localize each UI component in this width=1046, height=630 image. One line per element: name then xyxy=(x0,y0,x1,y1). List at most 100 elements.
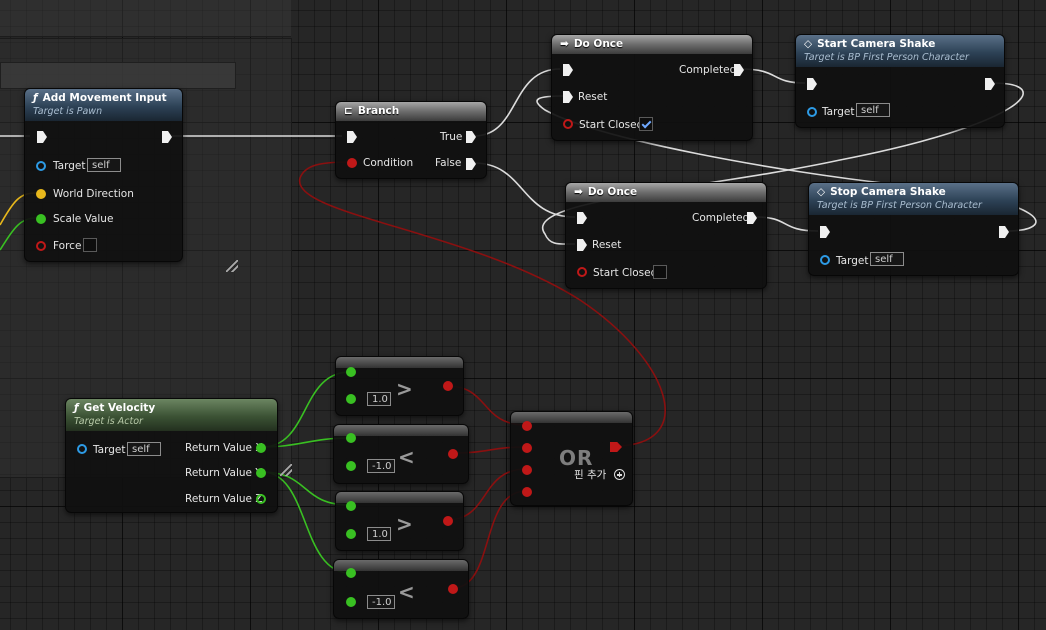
do-once-2-start-closed-pin[interactable] xyxy=(577,267,587,277)
get-velocity-header[interactable]: ƒ Get Velocity Target is Actor xyxy=(66,399,277,431)
function-icon: ƒ xyxy=(74,402,79,414)
get-velocity-node[interactable]: ƒ Get Velocity Target is Actor Target sel… xyxy=(65,398,278,513)
or-input-c-pin[interactable] xyxy=(522,465,532,475)
compare-1-operator: > xyxy=(396,377,413,401)
stop-camera-shake-node[interactable]: ◇ Stop Camera Shake Target is BP First Pe… xyxy=(808,182,1019,276)
stop-camera-shake-exec-out-pin[interactable] xyxy=(999,226,1009,238)
exec-in-pin[interactable] xyxy=(37,131,47,143)
start-camera-shake-exec-out-pin[interactable] xyxy=(985,78,995,90)
or-add-pin-label[interactable]: 핀 추가 xyxy=(574,469,606,481)
branch-condition-label: Condition xyxy=(363,157,414,169)
get-velocity-self-field[interactable]: self xyxy=(127,442,161,456)
branch-false-label: False xyxy=(435,157,462,169)
or-input-a-pin[interactable] xyxy=(522,421,532,431)
target-self-field[interactable]: self xyxy=(87,158,121,172)
scale-value-label: Scale Value xyxy=(53,213,114,225)
start-camera-shake-self-field[interactable]: self xyxy=(856,103,890,117)
branch-node[interactable]: ⊏ Branch True Condition False xyxy=(335,101,487,179)
return-x-label: Return Value X xyxy=(185,442,263,454)
branch-condition-pin[interactable] xyxy=(347,158,357,168)
or-input-b-pin[interactable] xyxy=(522,443,532,453)
world-direction-pin[interactable] xyxy=(36,189,46,199)
compare-2-value-field[interactable]: -1.0 xyxy=(367,459,395,473)
return-y-label: Return Value Y xyxy=(185,467,262,479)
start-camera-shake-title: Start Camera Shake xyxy=(817,38,936,50)
compare-4-value-field[interactable]: -1.0 xyxy=(367,595,395,609)
compare-node-2[interactable]: -1.0 < xyxy=(333,424,469,484)
do-once-1-reset-label: Reset xyxy=(578,91,608,103)
return-y-pin[interactable] xyxy=(256,468,266,478)
force-pin[interactable] xyxy=(36,241,46,251)
branch-true-label: True xyxy=(440,131,463,143)
start-camera-shake-header[interactable]: ◇ Start Camera Shake Target is BP First P… xyxy=(796,35,1004,67)
world-direction-label: World Direction xyxy=(53,188,134,200)
compare-3-operator: > xyxy=(396,512,413,536)
stop-camera-shake-target-pin[interactable] xyxy=(820,255,830,265)
do-once-2-exec-in-pin[interactable] xyxy=(577,212,587,224)
branch-title: Branch xyxy=(357,105,400,117)
compare-3-b-pin[interactable] xyxy=(346,529,356,539)
node-resize-grip[interactable] xyxy=(280,464,292,476)
compare-node-4[interactable]: -1.0 < xyxy=(333,559,469,619)
compare-3-header[interactable] xyxy=(336,492,463,503)
branch-exec-in-pin[interactable] xyxy=(347,131,357,143)
compare-3-result-pin[interactable] xyxy=(443,516,453,526)
do-once-1-reset-pin[interactable] xyxy=(563,91,573,103)
start-camera-shake-target-pin[interactable] xyxy=(807,107,817,117)
get-velocity-subtitle: Target is Actor xyxy=(74,416,143,427)
do-once-node-1[interactable]: ➡ Do Once Completed Reset Start Closed xyxy=(551,34,753,141)
get-velocity-target-pin[interactable] xyxy=(77,444,87,454)
do-once-2-start-closed-label: Start Closed xyxy=(593,267,658,279)
add-movement-input-node[interactable]: ƒ Add Movement Input Target is Pawn Targe… xyxy=(24,88,183,262)
or-input-d-pin[interactable] xyxy=(522,487,532,497)
compare-1-value-field[interactable]: 1.0 xyxy=(367,392,391,406)
do-once-1-header[interactable]: ➡ Do Once xyxy=(552,35,752,54)
compare-3-value-field[interactable]: 1.0 xyxy=(367,527,391,541)
compare-1-header[interactable] xyxy=(336,357,463,368)
do-once-1-exec-in-pin[interactable] xyxy=(563,64,573,76)
exec-out-pin[interactable] xyxy=(162,131,172,143)
compare-2-result-pin[interactable] xyxy=(448,449,458,459)
compare-4-b-pin[interactable] xyxy=(346,597,356,607)
compare-1-result-pin[interactable] xyxy=(443,381,453,391)
stop-camera-shake-target-label: Target xyxy=(836,255,869,267)
do-once-2-completed-pin[interactable] xyxy=(747,212,757,224)
stop-camera-shake-self-field[interactable]: self xyxy=(870,252,904,266)
compare-node-3[interactable]: 1.0 > xyxy=(335,491,464,551)
compare-1-a-pin[interactable] xyxy=(346,367,356,377)
branch-header[interactable]: ⊏ Branch xyxy=(336,102,486,121)
return-z-pin[interactable] xyxy=(256,494,266,504)
target-pin[interactable] xyxy=(36,161,46,171)
do-once-2-start-closed-checkbox[interactable] xyxy=(653,265,667,279)
or-result-pin[interactable] xyxy=(610,442,622,452)
compare-2-operator: < xyxy=(398,445,415,469)
start-camera-shake-exec-in-pin[interactable] xyxy=(807,78,817,90)
do-once-2-reset-pin[interactable] xyxy=(577,239,587,251)
branch-false-pin[interactable] xyxy=(466,158,476,170)
compare-node-1[interactable]: 1.0 > xyxy=(335,356,464,416)
start-camera-shake-target-label: Target xyxy=(822,106,855,118)
function-icon: ƒ xyxy=(33,92,38,104)
or-node[interactable]: OR 핀 추가 xyxy=(510,411,633,506)
compare-2-b-pin[interactable] xyxy=(346,461,356,471)
do-once-1-start-closed-checkbox[interactable] xyxy=(639,117,653,131)
return-x-pin[interactable] xyxy=(256,443,266,453)
branch-true-pin[interactable] xyxy=(466,131,476,143)
stop-camera-shake-header[interactable]: ◇ Stop Camera Shake Target is BP First Pe… xyxy=(809,183,1018,215)
start-camera-shake-node[interactable]: ◇ Start Camera Shake Target is BP First P… xyxy=(795,34,1005,128)
scale-value-pin[interactable] xyxy=(36,214,46,224)
force-checkbox[interactable] xyxy=(83,238,97,252)
do-once-node-2[interactable]: ➡ Do Once Completed Reset Start Closed xyxy=(565,182,767,289)
compare-1-b-pin[interactable] xyxy=(346,394,356,404)
add-movement-input-header[interactable]: ƒ Add Movement Input Target is Pawn xyxy=(25,89,182,121)
compare-3-a-pin[interactable] xyxy=(346,501,356,511)
compare-4-a-pin[interactable] xyxy=(346,568,356,578)
add-pin-icon[interactable] xyxy=(614,469,625,480)
event-diamond-icon: ◇ xyxy=(804,38,813,50)
do-once-2-header[interactable]: ➡ Do Once xyxy=(566,183,766,202)
compare-2-a-pin[interactable] xyxy=(346,433,356,443)
do-once-1-completed-pin[interactable] xyxy=(734,64,744,76)
stop-camera-shake-exec-in-pin[interactable] xyxy=(820,226,830,238)
compare-4-result-pin[interactable] xyxy=(448,584,458,594)
do-once-1-start-closed-pin[interactable] xyxy=(563,119,573,129)
